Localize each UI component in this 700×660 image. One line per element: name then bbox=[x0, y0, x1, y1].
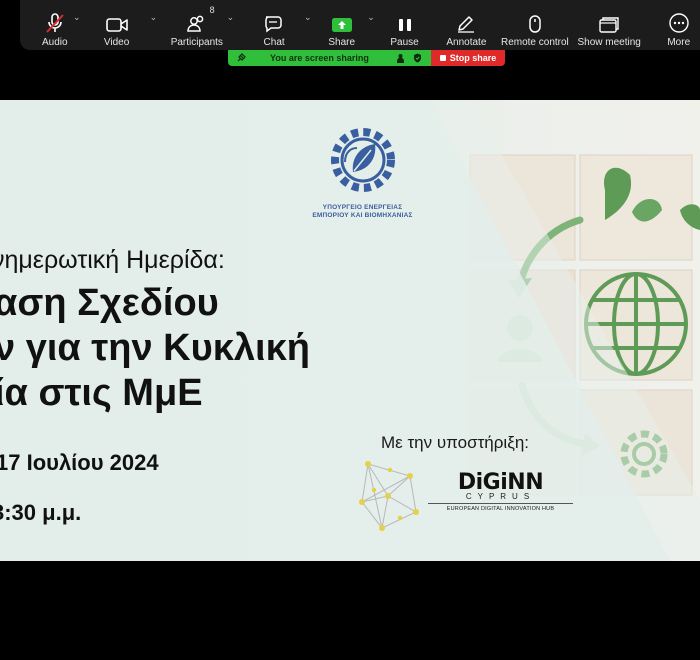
chevron-down-icon[interactable]: ⌄ bbox=[227, 12, 235, 23]
participants-icon bbox=[185, 6, 209, 34]
gear-leaf-logo-icon bbox=[330, 128, 395, 192]
shared-slide: ΥΠΟΥΡΓΕΙΟ ΕΝΕΡΓΕΙΑΣ ΕΜΠΟΡΙΟΥ ΚΑΙ ΒΙΟΜΗΧΑ… bbox=[0, 100, 700, 561]
chevron-down-icon[interactable]: ⌄ bbox=[367, 12, 375, 23]
video-label: Video bbox=[103, 37, 130, 48]
ministry-name-line1: ΥΠΟΥΡΓΕΙΟ ΕΝΕΡΓΕΙΑΣ bbox=[322, 204, 403, 211]
divider bbox=[428, 503, 573, 504]
mic-muted-icon bbox=[44, 6, 66, 34]
annotate-label: Annotate bbox=[446, 37, 487, 48]
more-dots-icon bbox=[668, 6, 690, 34]
screen-sharing-bar: You are screen sharing Stop share bbox=[228, 50, 505, 66]
video-camera-icon bbox=[105, 6, 129, 34]
slide-title-line2: ν για την Κυκλική bbox=[0, 327, 311, 369]
partner-hub: EUROPEAN DIGITAL INNOVATION HUB bbox=[446, 506, 555, 512]
audio-label: Audio bbox=[41, 37, 68, 48]
mouse-icon bbox=[527, 6, 543, 34]
network-logo-icon bbox=[359, 461, 419, 531]
chat-button[interactable]: ⌄ Chat bbox=[250, 0, 312, 50]
person-icon bbox=[397, 54, 404, 63]
stop-square-icon bbox=[439, 55, 446, 61]
participants-label: Participants bbox=[170, 37, 223, 48]
pen-icon bbox=[455, 6, 477, 34]
chat-icon bbox=[262, 6, 286, 34]
more-button[interactable]: More bbox=[657, 0, 700, 50]
event-date: 17 Ιουλίου 2024 bbox=[0, 450, 159, 475]
partner-sub: CYPRUS bbox=[465, 492, 536, 501]
participants-count: 8 bbox=[209, 5, 215, 15]
annotate-button[interactable]: Annotate bbox=[424, 0, 509, 50]
ministry-name-line2: ΕΜΠΟΡΙΟΥ ΚΑΙ ΒΙΟΜΗΧΑΝΙΑΣ bbox=[312, 212, 413, 219]
meeting-toolbar: ⌄ Audio ⌄ Video 8 ⌄ Participants ⌄ Chat … bbox=[20, 0, 700, 50]
audio-button[interactable]: ⌄ Audio bbox=[20, 0, 90, 50]
share-label: Share bbox=[328, 37, 356, 48]
chevron-down-icon[interactable]: ⌄ bbox=[73, 12, 81, 23]
slide-title-line3: ία στις ΜμΕ bbox=[0, 372, 203, 414]
remote-control-label: Remote control bbox=[500, 37, 569, 48]
more-label: More bbox=[667, 37, 691, 48]
event-type: νημερωτική Ημερίδα: bbox=[0, 246, 225, 274]
pause-button[interactable]: Pause bbox=[385, 0, 424, 50]
slide-title-line1: αση Σχεδίου bbox=[0, 282, 219, 324]
diginn-logo: DiGiNN CYPRUS EUROPEAN DIGITAL INNOVATIO… bbox=[428, 470, 573, 512]
event-time: 3:30 μ.μ. bbox=[0, 500, 82, 525]
show-meeting-button[interactable]: Show meeting bbox=[561, 0, 658, 50]
share-button[interactable]: ⌄ Share bbox=[298, 0, 385, 50]
pin-icon[interactable] bbox=[236, 53, 246, 63]
share-status-text: You are screen sharing bbox=[270, 53, 369, 63]
ministry-name: ΥΠΟΥΡΓΕΙΟ ΕΝΕΡΓΕΙΑΣ ΕΜΠΟΡΙΟΥ ΚΑΙ ΒΙΟΜΗΧΑ… bbox=[300, 204, 425, 220]
remote-control-button[interactable]: Remote control bbox=[501, 0, 569, 50]
pause-label: Pause bbox=[390, 37, 419, 48]
show-meeting-label: Show meeting bbox=[577, 37, 641, 48]
shield-icon bbox=[414, 53, 421, 63]
stop-share-label: Stop share bbox=[449, 53, 497, 63]
pause-icon bbox=[397, 6, 413, 34]
participants-button[interactable]: 8 ⌄ Participants bbox=[144, 0, 250, 50]
share-arrow-icon bbox=[331, 6, 353, 34]
stop-share-button[interactable]: Stop share bbox=[431, 50, 505, 66]
support-label: Με την υποστήριξη: bbox=[381, 433, 529, 452]
window-icon bbox=[598, 6, 620, 34]
chat-label: Chat bbox=[263, 37, 285, 48]
video-button[interactable]: ⌄ Video bbox=[90, 0, 157, 50]
ministry-logo: ΥΠΟΥΡΓΕΙΟ ΕΝΕΡΓΕΙΑΣ ΕΜΠΟΡΙΟΥ ΚΑΙ ΒΙΟΜΗΧΑ… bbox=[300, 122, 425, 220]
share-status[interactable]: You are screen sharing bbox=[228, 50, 431, 66]
